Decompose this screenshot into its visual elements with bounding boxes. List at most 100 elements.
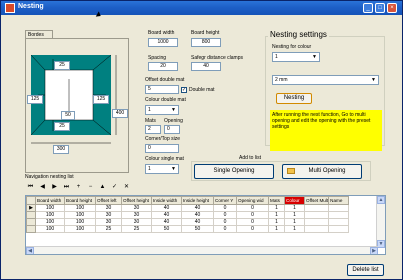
board-width-field[interactable]: 1000 [148,38,178,47]
cell[interactable]: 0 [213,204,237,212]
cell[interactable] [328,211,350,219]
mats-field[interactable]: 2 [145,125,161,134]
cell[interactable]: 40 [151,211,182,219]
cell[interactable] [303,211,330,219]
cell[interactable]: 1 [268,204,285,212]
cell[interactable]: 25 [95,225,122,233]
table-row[interactable]: 100 100 25 25 50 50 0 0 1 1 [26,225,350,233]
cell[interactable]: 0 [236,225,269,233]
spacing-field[interactable]: 20 [148,62,178,71]
scroll-up-icon[interactable]: ▲ [377,196,385,204]
cell[interactable]: 0 [213,211,237,219]
cell[interactable]: 40 [151,218,182,226]
cell[interactable]: 100 [64,225,96,233]
cell[interactable]: 50 [181,225,214,233]
title-bar[interactable]: Nesting _ □ × [1,1,402,15]
cell[interactable]: 100 [64,218,96,226]
cell[interactable]: 40 [181,211,214,219]
table-row[interactable]: 100 100 30 30 40 40 0 0 1 1 [26,218,350,226]
colour-single-select[interactable]: 1 ▼ [145,164,179,174]
dim-total-height[interactable]: 400 [112,109,128,118]
horizontal-scrollbar[interactable]: ◀ ▶ [26,246,378,254]
cell[interactable]: 30 [121,204,152,212]
cell[interactable] [328,225,350,233]
col-opening-width[interactable]: Opening wid [236,196,269,205]
col-offset-height[interactable]: Offset height [121,196,152,205]
col-mats[interactable]: Mats [268,196,285,205]
col-name[interactable]: Name [328,196,350,205]
cell[interactable]: 0 [236,211,269,219]
cell[interactable]: 40 [151,204,182,212]
close-button[interactable]: × [387,3,397,13]
corner-field[interactable]: 0 [145,144,179,153]
cell[interactable]: 1 [284,225,305,233]
nesting-size-select[interactable]: 2 mm ▼ [272,75,379,85]
cell[interactable]: 0 [236,204,269,212]
nesting-button[interactable]: Nesting [276,93,312,104]
single-opening-button[interactable]: Single Opening [194,164,274,179]
last-icon[interactable]: ⏭ [61,182,72,193]
col-colour[interactable]: Colour [284,196,305,205]
cell[interactable]: 30 [121,218,152,226]
table-row[interactable]: 100 100 30 30 40 40 0 0 1 1 [26,211,350,219]
table-row[interactable]: ▶ 100 100 30 30 40 40 0 0 1 1 [26,204,350,212]
maximize-button[interactable]: □ [375,3,385,13]
scroll-right-icon[interactable]: ▶ [370,247,378,254]
vertical-scrollbar[interactable]: ▲ ▼ [376,196,385,248]
dim-left[interactable]: 125 [27,95,43,104]
col-board-height[interactable]: Board height [64,196,96,205]
cell[interactable]: 25 [121,225,152,233]
add-icon[interactable]: + [73,182,84,193]
cell[interactable] [328,204,350,212]
cell[interactable]: 0 [213,218,237,226]
cell[interactable] [328,218,350,226]
cell[interactable]: 30 [121,211,152,219]
cell[interactable]: 1 [284,218,305,226]
cell[interactable]: 1 [268,225,285,233]
col-inside-height[interactable]: Inside height [181,196,214,205]
colour-double-select[interactable]: 1 ▼ [145,105,179,115]
cancel-icon[interactable]: ✕ [121,182,132,193]
cell[interactable]: 100 [35,211,65,219]
cell[interactable]: 100 [35,225,65,233]
offset-double-field[interactable]: 5 [145,85,179,94]
cell[interactable]: 40 [181,218,214,226]
double-mat-checkbox[interactable]: ✓ [181,87,187,93]
cell[interactable] [303,225,330,233]
cell[interactable]: 100 [64,211,96,219]
cell[interactable]: 1 [268,218,285,226]
nesting-grid[interactable]: Board width Board height Offset left Off… [25,195,386,255]
cell[interactable]: 1 [268,211,285,219]
dim-bottom[interactable]: 25 [54,122,70,131]
cell[interactable]: 30 [95,211,122,219]
prev-icon[interactable]: ◀ [37,182,48,193]
first-icon[interactable]: ⏮ [25,182,36,193]
cell[interactable]: 0 [236,218,269,226]
cell[interactable]: 30 [95,204,122,212]
scroll-left-icon[interactable]: ◀ [26,247,34,254]
next-icon[interactable]: ▶ [49,182,60,193]
cell[interactable] [303,204,330,212]
dim-right[interactable]: 125 [93,95,109,104]
dim-total-width[interactable]: 300 [53,145,69,154]
post-icon[interactable]: ✓ [109,182,120,193]
cell[interactable]: 50 [151,225,182,233]
cell[interactable] [303,218,330,226]
col-corner-y[interactable]: Corner Y [213,196,237,205]
cell[interactable]: 100 [35,204,65,212]
cell[interactable]: 0 [213,225,237,233]
cell[interactable]: 100 [35,218,65,226]
cell[interactable]: 100 [64,204,96,212]
cell[interactable]: 1 [284,204,305,212]
board-height-field[interactable]: 800 [191,38,221,47]
scroll-down-icon[interactable]: ▼ [377,240,385,248]
minimize-button[interactable]: _ [363,3,373,13]
cell[interactable]: 40 [181,204,214,212]
col-board-width[interactable]: Board width [35,196,65,205]
dim-center[interactable]: 50 [61,111,75,120]
dim-top[interactable]: 25 [54,61,70,70]
opening-field[interactable]: 0 [164,125,180,134]
col-offset-mult[interactable]: Offset Mult [303,196,330,205]
cell[interactable]: 1 [284,211,305,219]
col-offset-left[interactable]: Offset left [95,196,122,205]
